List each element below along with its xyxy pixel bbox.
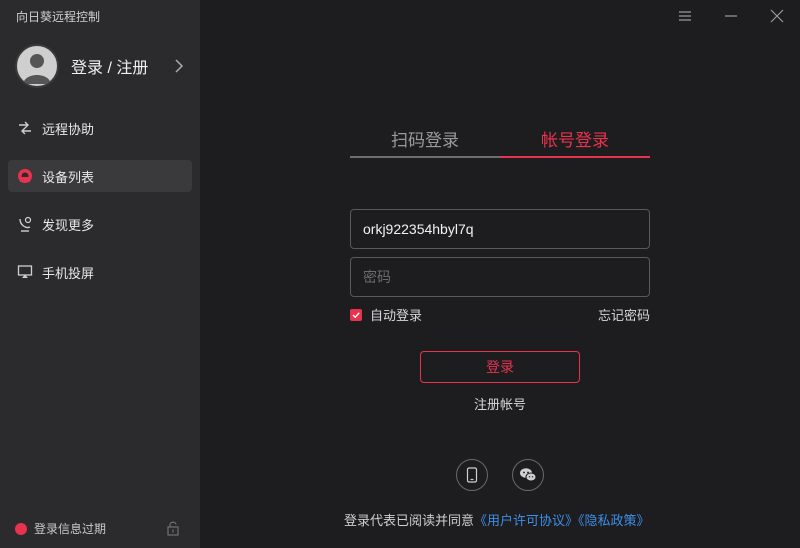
auto-login-checkbox[interactable]: 自动登录 [350, 305, 422, 324]
wechat-login-button[interactable] [512, 459, 544, 491]
login-button[interactable]: 登录 [420, 351, 580, 383]
chevron-right-icon [175, 59, 184, 73]
account-input[interactable] [350, 209, 650, 249]
agreement-prefix: 登录代表已阅读并同意 [344, 513, 475, 528]
avatar [15, 44, 59, 88]
sidebar: 向日葵远程控制 登录 / 注册 远程协助 设备列表 发现更多 手机投屏 登录信息… [0, 0, 200, 548]
password-input[interactable] [350, 257, 650, 297]
status-text: 登录信息过期 [34, 522, 107, 536]
lock-icon[interactable] [166, 520, 180, 536]
status-dot [15, 522, 27, 535]
wechat-icon [520, 468, 537, 482]
agreement-text: 登录代表已阅读并同意《用户许可协议》《隐私政策》 [344, 510, 650, 529]
discover-icon [16, 215, 34, 233]
tab-account-login[interactable]: 帐号登录 [500, 128, 650, 158]
menu-icon[interactable] [677, 8, 693, 24]
remote-assist-icon [16, 119, 34, 137]
sidebar-item-device-list[interactable]: 设备列表 [8, 160, 192, 192]
user-agreement-link[interactable]: 《用户许可协议》 [474, 513, 578, 528]
sidebar-item-screen-cast[interactable]: 手机投屏 [8, 256, 192, 288]
forgot-password-link[interactable]: 忘记密码 [598, 305, 650, 324]
auto-login-label: 自动登录 [370, 308, 423, 323]
device-list-icon [16, 167, 34, 185]
sidebar-item-label: 设备列表 [42, 169, 95, 185]
login-status: 登录信息过期 [15, 520, 106, 537]
sidebar-item-label: 手机投屏 [42, 265, 95, 281]
register-account-link[interactable]: 注册帐号 [450, 394, 550, 413]
privacy-policy-link[interactable]: 《隐私政策》 [578, 513, 650, 528]
sidebar-item-remote-assist[interactable]: 远程协助 [8, 112, 192, 144]
checkbox-checked-icon [350, 308, 362, 321]
user-label: 登录 / 注册 [71, 60, 149, 77]
minimize-icon[interactable] [723, 8, 739, 24]
phone-login-button[interactable] [456, 459, 488, 491]
login-tabs: 扫码登录 帐号登录 [350, 128, 650, 158]
app-title: 向日葵远程控制 [16, 10, 101, 24]
screen-cast-icon [16, 263, 34, 281]
sidebar-item-label: 发现更多 [42, 217, 95, 233]
close-icon[interactable] [769, 8, 785, 24]
tab-qr-login[interactable]: 扫码登录 [350, 128, 500, 158]
user-avatar-icon [23, 54, 51, 84]
phone-icon [466, 467, 478, 483]
login-register-entry[interactable]: 登录 / 注册 [15, 44, 190, 88]
sidebar-nav: 远程协助 设备列表 发现更多 手机投屏 [8, 112, 192, 304]
sidebar-item-label: 远程协助 [42, 121, 95, 137]
sidebar-item-discover[interactable]: 发现更多 [8, 208, 192, 240]
